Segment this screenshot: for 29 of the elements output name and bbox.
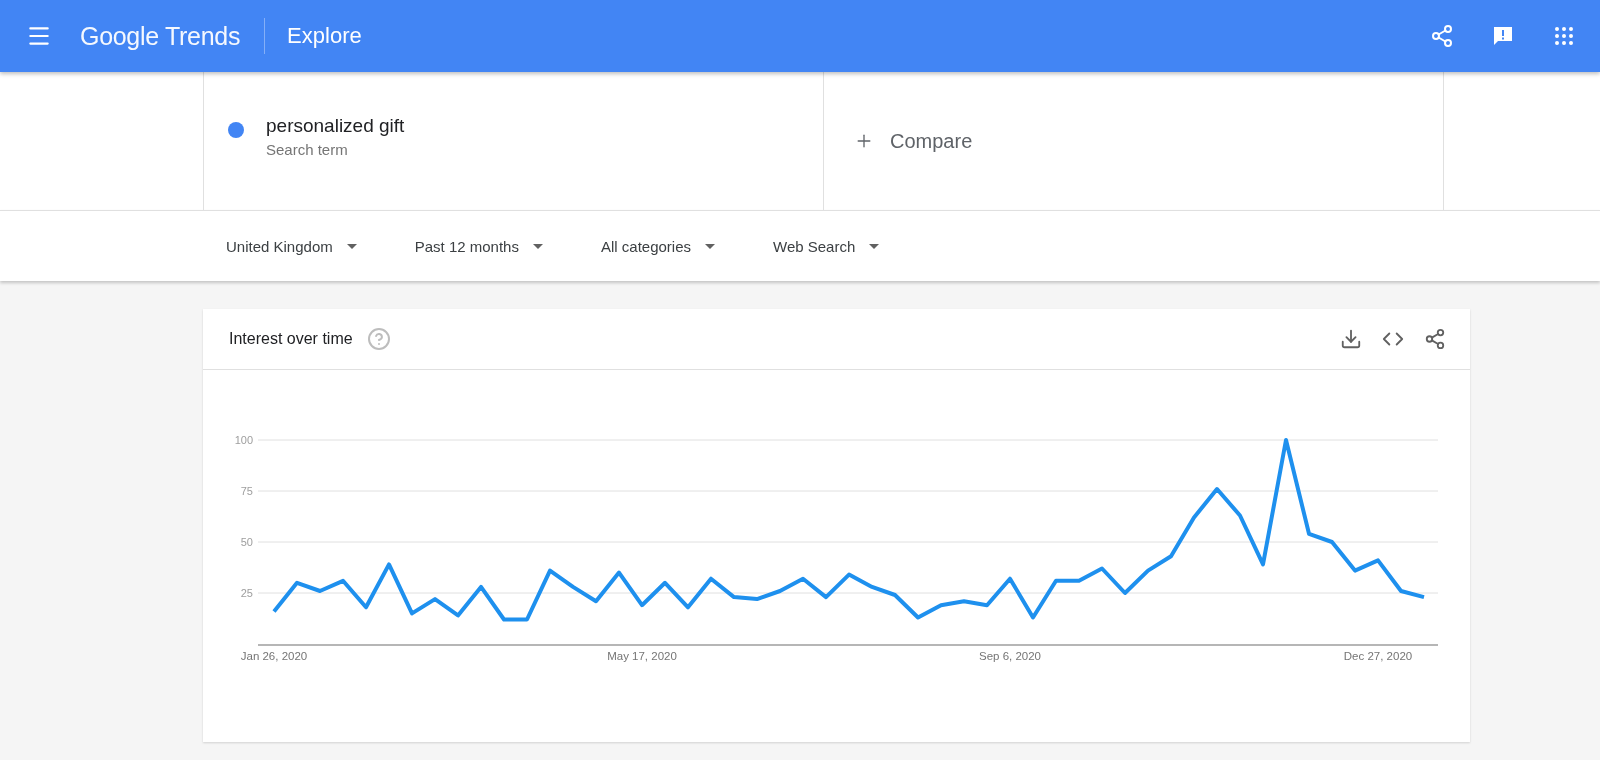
share-icon[interactable] — [1424, 328, 1446, 350]
dropdown-caret-icon — [869, 243, 880, 249]
filter-dropdown[interactable]: Web Search — [773, 231, 880, 261]
x-tick-label: Sep 6, 2020 — [979, 650, 1041, 662]
x-tick-label: Jan 26, 2020 — [240, 650, 308, 662]
filter-dropdown[interactable]: All categories — [600, 231, 715, 261]
download-icon[interactable] — [1340, 328, 1362, 350]
x-tick-label: Dec 27, 2020 — [1343, 650, 1413, 662]
feedback-button[interactable] — [1492, 25, 1514, 47]
y-tick-label: 50 — [240, 536, 253, 548]
y-tick-label: 25 — [240, 587, 253, 599]
search-term: personalized gift — [266, 114, 405, 137]
help-icon[interactable] — [366, 327, 391, 351]
page-title: Explore — [287, 23, 363, 49]
x-tick-label: May 17, 2020 — [607, 650, 677, 662]
logo: Google Trends — [80, 21, 241, 51]
dropdown-caret-icon — [705, 243, 715, 249]
filter-dropdown[interactable]: Past 12 months — [414, 231, 543, 261]
search-term-subtitle: Search term — [266, 140, 349, 158]
card-title: Interest over time — [229, 330, 353, 348]
dropdown-caret-icon — [346, 243, 357, 249]
dropdown-caret-icon — [532, 243, 543, 249]
apps-icon[interactable] — [1552, 24, 1576, 48]
feedback-icon — [1492, 25, 1514, 47]
y-tick-label: 75 — [240, 485, 253, 497]
y-tick-label: 100 — [234, 434, 253, 446]
filter-dropdown[interactable]: United Kingdom — [226, 231, 357, 261]
share-icon[interactable] — [1430, 24, 1454, 48]
compare-button[interactable]: Compare — [850, 125, 977, 157]
